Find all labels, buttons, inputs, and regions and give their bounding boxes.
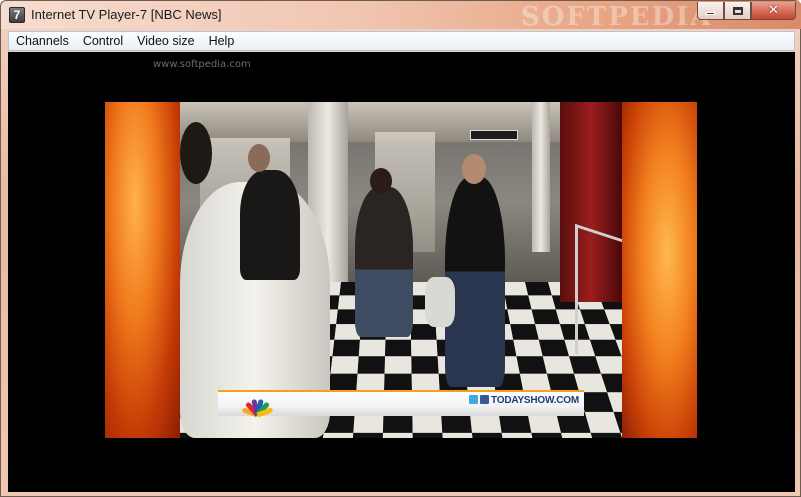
person-head-2 [248,144,270,172]
video-display[interactable]: www.softpedia.com TODAYSHOW.COM [8,52,795,492]
title-bar[interactable]: 7 Internet TV Player-7 [NBC News] SOFTPE… [1,1,801,32]
show-url: TODAYSHOW.COM [491,395,579,406]
left-orange-panel [105,102,180,438]
menu-bar: Channels Control Video size Help [8,31,795,51]
menu-channels[interactable]: Channels [9,32,76,50]
facebook-icon [480,395,490,404]
mall-scene [180,102,622,438]
show-url-text: TODAYSHOW.COM [469,395,579,406]
app-icon[interactable]: 7 [9,7,25,23]
news-lower-third: TODAYSHOW.COM [218,390,584,418]
close-button[interactable]: ✕ [751,2,796,20]
app-window: 7 Internet TV Player-7 [NBC News] SOFTPE… [0,0,801,497]
site-watermark: www.softpedia.com [153,59,251,70]
pillar-right [532,102,550,252]
window-controls: ✕ [697,2,796,20]
railing [575,223,622,371]
person-walking-center [445,177,505,387]
person-head-3 [370,168,392,194]
nbc-peacock-logo [241,395,274,418]
video-frame[interactable]: TODAYSHOW.COM [105,102,697,438]
minimize-icon [706,11,715,15]
twitter-icon [469,395,479,404]
window-title: Internet TV Player-7 [NBC News] [31,7,222,22]
menu-control[interactable]: Control [76,32,130,50]
close-icon: ✕ [768,3,779,18]
maximize-button[interactable] [724,2,751,20]
maximize-icon [732,6,743,15]
minimize-button[interactable] [697,2,724,20]
person-black-jacket [240,170,300,280]
store-sign [470,130,518,140]
person-head-4 [462,154,486,184]
menu-help[interactable]: Help [202,32,242,50]
menu-video-size[interactable]: Video size [130,32,201,50]
person-walking-left [355,187,413,337]
person-head-dark [180,122,212,184]
softpedia-watermark-logo: SOFTPEDIA [521,2,713,32]
shopping-bag [425,277,455,327]
right-orange-panel [622,102,697,438]
